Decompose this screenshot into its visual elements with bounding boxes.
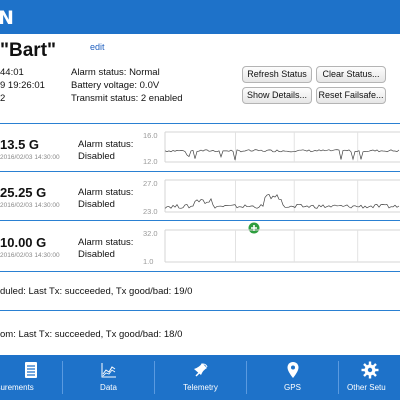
nav-label: Other Setu <box>347 383 386 392</box>
device-status-block: Alarm status: Normal Battery voltage: 0.… <box>71 66 183 105</box>
top-bar: N <box>0 0 400 34</box>
sensor-value: 13.5 G <box>0 137 40 152</box>
battery-voltage-text: Battery voltage: 0.0V <box>71 80 160 91</box>
device-title: "Bart" <box>0 40 57 61</box>
sensor-alarm-state: Disabled <box>78 249 115 260</box>
sensor-timestamp: 2016/02/03 14:30:00 <box>0 252 60 259</box>
sensor-alarm-state: Disabled <box>78 151 115 162</box>
refresh-status-button[interactable]: Refresh Status <box>242 66 312 83</box>
device-info-left: 44:01 9 19:26:01 2 <box>0 66 45 105</box>
chart-ymin-label: 1.0 <box>143 257 153 266</box>
clear-status-button[interactable]: Clear Status... <box>316 66 386 83</box>
chart-series-line <box>164 193 400 209</box>
chart-icon <box>101 363 116 378</box>
chart-ymax-label: 32.0 <box>143 229 158 238</box>
reset-failsafe-button[interactable]: Reset Failsafe... <box>316 87 386 104</box>
sensor-alarm-label: Alarm status: <box>78 139 134 150</box>
transmission-status: duled: Last Tx: succeeded, Tx good/bad: … <box>0 286 193 297</box>
alarm-status-text: Alarm status: Normal <box>71 67 160 78</box>
nav-other-settings[interactable]: Other Setu <box>339 355 400 400</box>
sensor-timestamp: 2016/02/03 14:30:00 <box>0 202 60 209</box>
show-details-button[interactable]: Show Details... <box>242 87 312 104</box>
transmission-status: om: Last Tx: succeeded, Tx good/bad: 18/… <box>0 329 183 340</box>
edit-name-link[interactable]: edit <box>90 42 105 52</box>
divider <box>0 171 400 172</box>
nav-data[interactable]: Data <box>63 355 154 400</box>
sensor-chart[interactable]: 16.0 12.0 <box>135 128 400 168</box>
sensor-alarm: Alarm status: Disabled <box>78 187 133 211</box>
transmit-status-text: Transmit status: 2 enabled <box>71 93 183 104</box>
divider <box>0 123 400 124</box>
nav-measurements[interactable]: asurements <box>0 355 62 400</box>
nav-label: Data <box>100 383 117 392</box>
satellite-icon <box>193 363 207 377</box>
brand-logo-text: N <box>0 7 15 29</box>
list-icon <box>25 362 37 378</box>
divider <box>0 220 400 221</box>
sensor-alarm: Alarm status: Disabled <box>78 237 133 261</box>
gear-icon <box>361 361 378 379</box>
chart-series-line <box>164 149 400 161</box>
chart-ymax-label: 27.0 <box>143 179 158 188</box>
chart-ymin-label: 23.0 <box>143 207 158 216</box>
nav-label: GPS <box>284 383 301 392</box>
divider <box>0 310 400 311</box>
divider <box>0 271 400 272</box>
nav-telemetry[interactable]: Telemetry <box>155 355 246 400</box>
nav-label: asurements <box>0 383 34 392</box>
chart-ymax-label: 16.0 <box>143 131 158 140</box>
sensor-timestamp: 2016/02/03 14:30:00 <box>0 154 60 161</box>
chart-ymin-label: 12.0 <box>143 157 158 166</box>
sensor-chart[interactable]: 32.0 1.0 <box>135 226 400 268</box>
sensor-alarm-label: Alarm status: <box>78 187 134 198</box>
location-pin-icon <box>287 362 298 378</box>
sensor-alarm: Alarm status: Disabled <box>78 139 133 163</box>
device-info-line: 2 <box>0 93 6 104</box>
sensor-value: 10.00 G <box>0 235 47 250</box>
sensor-alarm-label: Alarm status: <box>78 237 134 248</box>
sensor-chart[interactable]: 27.0 23.0 <box>135 176 400 218</box>
nav-label: Telemetry <box>183 383 218 392</box>
sensor-alarm-state: Disabled <box>78 199 115 210</box>
device-info-line: 9 19:26:01 <box>0 80 45 91</box>
nav-gps[interactable]: GPS <box>247 355 338 400</box>
sensor-value: 25.25 G <box>0 185 47 200</box>
device-info-line: 44:01 <box>0 67 24 78</box>
bottom-nav: asurements Data Telemetry GPS <box>0 355 400 400</box>
